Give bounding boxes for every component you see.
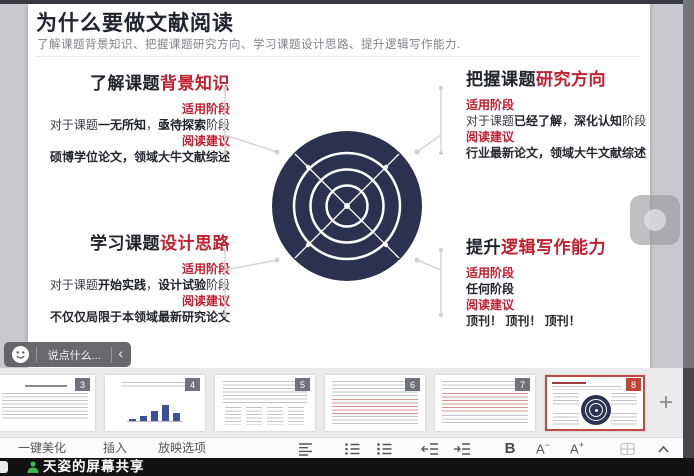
emoji-icon[interactable] [12,346,29,363]
thumb-diagram-col [225,407,241,425]
chat-input-bar[interactable]: 说点什么... ‹ [4,342,131,367]
thumb-quadrant [611,413,637,427]
quadrant-bottom-left[interactable]: 学习课题设计思路 适用阶段 对于课题开始实践，设计试验阶段 阅读建议 不仅仅局限… [28,234,230,325]
thumb-heading [552,382,586,384]
slide-number-badge: 4 [185,378,200,391]
chat-placeholder[interactable]: 说点什么... [37,347,111,363]
slide-subtitle[interactable]: 了解课题背景知识、把握课题研究方向、学习课题设计思路、提升逻辑写作能力. [37,36,461,52]
slide-number-badge: 3 [75,378,90,391]
thumb-diagram-col [288,407,304,425]
thumb-text [2,393,88,419]
thumb-heading [25,385,67,387]
target-bullseye-graphic[interactable] [210,75,465,335]
quadrant-title: 把握课题研究方向 [466,70,606,89]
advice-label: 阅读建议 [181,134,230,148]
chat-collapse-chevron-icon[interactable]: ‹ [112,341,131,368]
add-slide-button[interactable]: + [650,388,682,418]
slide-number-badge: 6 [405,378,420,391]
advice-label: 阅读建议 [466,298,515,312]
thumb-text [332,416,418,425]
slide-thumbnail-8-selected[interactable]: 8 [545,375,645,431]
thumb-diagram-col [267,407,283,425]
slide-thumbnail-strip: 3 4 5 6 7 8 [0,368,683,437]
advice-text: 行业最新论文，领域大牛文献综述 [466,146,647,160]
beautify-button[interactable]: 一键美化 [18,438,66,458]
thumb-subtitle [552,386,622,390]
floating-button-dot-icon [644,209,666,231]
screen-share-banner: 天姿的屏幕共享 [0,458,694,476]
sharer-person-icon [27,461,39,473]
thumb-caption [121,382,189,389]
slide-canvas[interactable]: 为什么要做文献阅读 了解课题背景知识、把握课题研究方向、学习课题设计思路、提升逻… [28,4,650,368]
slide-thumbnail-4[interactable]: 4 [105,375,205,431]
thumb-quadrant [553,393,579,407]
stage-text: 对于课题已经了解，深化认知阶段 [466,114,647,128]
quadrant-title: 了解课题背景知识 [90,74,230,93]
stage-label: 适用阶段 [466,98,515,112]
stage-text: 对于课题开始实践，设计试验阶段 [49,278,230,292]
decrease-font-size-button[interactable]: A− [533,440,553,457]
thumb-quadrant [553,413,579,427]
slide-thumbnail-3[interactable]: 3 [0,375,95,431]
numbered-list-icon[interactable] [374,440,394,457]
quadrant-top-left[interactable]: 了解课题背景知识 适用阶段 对于课题一无所知，亟待探索阶段 阅读建议 硕博学位论… [30,74,230,165]
slide-title[interactable]: 为什么要做文献阅读 [36,7,234,37]
play-options-button[interactable]: 放映选项 [158,438,206,458]
slide-thumbnail-6[interactable]: 6 [325,375,425,431]
bullet-list-icon[interactable] [342,440,362,457]
thumb-target-graphic [581,395,611,425]
stage-label: 适用阶段 [466,266,515,280]
advice-label: 阅读建议 [466,130,515,144]
advice-label: 阅读建议 [181,294,230,308]
thumb-quadrant [611,393,637,407]
share-banner-text: 天姿的屏幕共享 [43,459,145,474]
thumb-text [442,415,528,425]
thumb-diagram-col [246,407,262,425]
advice-text: 不仅仅局限于本领域最新研究论文 [49,310,230,324]
increase-font-size-button[interactable]: A+ [567,440,587,457]
partial-cutoff-icon [0,461,8,473]
slide-number-badge: 8 [626,378,641,391]
quadrant-title: 学习课题设计思路 [90,234,230,253]
insert-button[interactable]: 插入 [103,438,127,458]
floating-assistant-button[interactable] [630,195,680,245]
quadrant-bottom-right[interactable]: 提升逻辑写作能力 适用阶段 任何阶段 阅读建议 顶刊！ 顶刊！ 顶刊！ [466,239,666,329]
quadrant-top-right[interactable]: 把握课题研究方向 适用阶段 对于课题已经了解，深化认知阶段 阅读建议 行业最新论… [466,70,671,161]
stage-text: 任何阶段 [466,282,515,296]
decrease-indent-icon[interactable] [420,440,440,457]
thumb-bar-chart [127,391,183,422]
stage-text: 对于课题一无所知，亟待探索阶段 [49,118,230,132]
title-divider [36,56,640,57]
slide-number-badge: 7 [515,378,530,391]
footer-toolbar: 一键美化 插入 放映选项 B A− A+ [0,437,683,458]
align-text-icon[interactable] [295,440,315,457]
advice-text: 硕博学位论文，领域大牛文献综述 [49,150,230,164]
slide-number-badge: 5 [295,378,310,391]
thumb-text-red [442,393,528,413]
increase-indent-icon[interactable] [452,440,472,457]
slide-thumbnail-7[interactable]: 7 [435,375,535,431]
advice-text: 顶刊！ 顶刊！ 顶刊！ [466,314,581,328]
table-style-icon-disabled [617,440,637,457]
chevron-up-icon[interactable] [653,440,673,457]
stage-label: 适用阶段 [181,262,230,276]
bold-button[interactable]: B [500,440,520,457]
stage-label: 适用阶段 [181,102,230,116]
slide-thumbnail-5[interactable]: 5 [215,375,315,431]
thumb-text-red [332,399,418,414]
